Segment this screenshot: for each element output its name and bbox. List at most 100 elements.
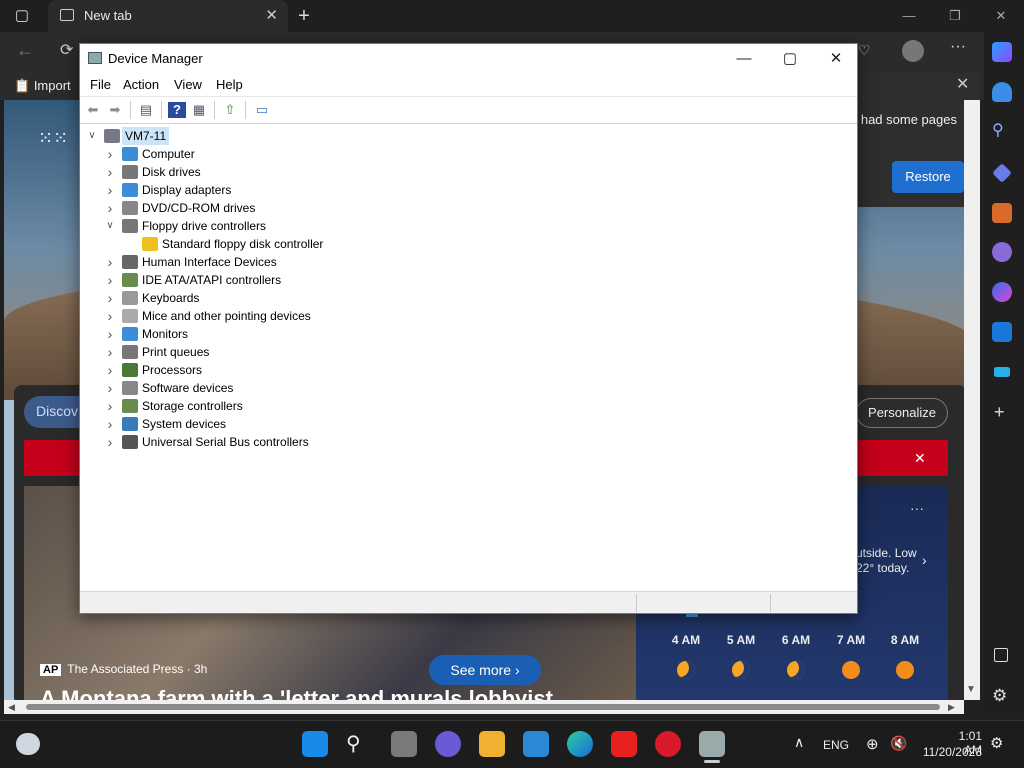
horizontal-scroll-thumb[interactable] (26, 704, 940, 710)
active-app-indicator (704, 760, 720, 763)
tab-actions-icon[interactable]: ▢ (10, 4, 34, 28)
warning-device-icon (142, 237, 158, 251)
minimize-button[interactable]: — (721, 46, 767, 72)
clock-date[interactable]: 11/20/2023 (918, 745, 982, 759)
banner-close-icon[interactable]: ✕ (914, 450, 926, 467)
node-label: Processors (142, 363, 203, 377)
scroll-left-icon[interactable]: ◀ (8, 702, 15, 713)
tab-title: New tab (84, 8, 132, 23)
properties-icon[interactable]: ▦ (190, 102, 208, 118)
chevron-right-icon[interactable]: › (104, 253, 116, 271)
microsoft365-icon[interactable] (992, 282, 1012, 302)
chat-icon[interactable] (435, 731, 461, 757)
search-icon[interactable]: ⚲ (992, 120, 1004, 140)
outlook-icon[interactable] (992, 322, 1012, 342)
chevron-right-icon[interactable]: › (104, 415, 116, 433)
sidebar-settings-icon[interactable]: ⚙ (992, 686, 1007, 706)
maximize-button[interactable]: ▢ (767, 46, 813, 72)
chevron-right-icon[interactable]: › (104, 199, 116, 217)
tab-page-icon (60, 9, 74, 21)
store-icon[interactable] (523, 731, 549, 757)
refresh-icon[interactable]: ⟳ (60, 40, 73, 60)
node-label: Computer (142, 147, 195, 161)
tab-new-tab[interactable]: New tab ✕ (48, 0, 288, 32)
device-manager-taskbar-icon[interactable] (699, 731, 725, 757)
device-manager-titlebar[interactable]: Device Manager — ▢ ✕ (80, 44, 857, 74)
weather-next-icon[interactable]: › (922, 552, 927, 568)
chevron-right-icon[interactable]: › (104, 325, 116, 343)
chevron-right-icon[interactable]: › (104, 379, 116, 397)
profile-avatar[interactable] (902, 40, 924, 62)
network-icon[interactable]: ⊕ (866, 735, 879, 753)
menu-file[interactable]: File (90, 77, 111, 92)
browser-close-button[interactable]: ✕ (986, 6, 1016, 26)
chevron-right-icon[interactable]: › (104, 397, 116, 415)
forward-arrow-icon[interactable]: ➡ (106, 102, 124, 118)
browser-restore-button[interactable]: ❐ (940, 6, 970, 26)
import-favorites-link[interactable]: 📋 Import (14, 78, 71, 94)
new-tab-button[interactable]: + (292, 4, 316, 28)
tab-close-icon[interactable]: ✕ (265, 6, 278, 24)
chevron-right-icon[interactable]: › (104, 271, 116, 289)
drop-icon[interactable] (994, 367, 1010, 377)
help-icon[interactable]: ? (168, 102, 186, 118)
update-driver-icon[interactable]: ⇧ (221, 102, 239, 118)
apps-grid-icon[interactable]: ⁙⁙ (38, 128, 68, 149)
chevron-right-icon[interactable]: › (104, 307, 116, 325)
news-headline[interactable]: A Montana farm with a 'letter and murals… (40, 686, 553, 700)
chevron-right-icon[interactable]: › (104, 145, 116, 163)
moon-icon (787, 661, 805, 679)
games-icon[interactable] (992, 242, 1012, 262)
scroll-right-icon[interactable]: ▶ (948, 702, 955, 713)
health-icon[interactable]: ♡ (858, 42, 871, 59)
more-options-icon[interactable]: ··· (950, 38, 966, 56)
edge-icon[interactable] (567, 731, 593, 757)
task-view-icon[interactable] (391, 731, 417, 757)
chevron-right-icon[interactable]: › (104, 361, 116, 379)
language-indicator[interactable]: ENG (823, 738, 849, 752)
restore-close-icon[interactable]: ✕ (956, 74, 969, 94)
restore-button[interactable]: Restore (892, 161, 964, 193)
chevron-down-icon[interactable]: ∨ (104, 217, 116, 235)
search-icon[interactable]: ⚲ (346, 731, 361, 756)
tools-icon[interactable] (992, 203, 1012, 223)
chevron-right-icon[interactable]: › (104, 433, 116, 451)
copilot-icon[interactable] (992, 42, 1012, 62)
menu-action[interactable]: Action (123, 77, 159, 92)
node-label: Standard floppy disk controller (162, 237, 324, 251)
chevron-right-icon[interactable]: › (104, 343, 116, 361)
device-category-icon (122, 345, 138, 359)
personalize-button[interactable]: Personalize (856, 398, 948, 428)
weather-widget-icon[interactable] (16, 733, 40, 755)
chevron-right-icon[interactable]: › (104, 163, 116, 181)
start-icon[interactable] (302, 731, 328, 757)
opera-icon[interactable] (655, 731, 681, 757)
sidebar-layout-icon[interactable] (994, 648, 1008, 662)
vertical-scrollbar[interactable] (964, 100, 980, 700)
back-icon[interactable]: ← (16, 40, 34, 61)
file-explorer-icon[interactable] (479, 731, 505, 757)
see-more-button[interactable]: See more › (429, 655, 541, 685)
status-separator (636, 594, 637, 612)
scan-hardware-icon[interactable]: ▭ (253, 102, 271, 118)
notification-center-icon[interactable]: ⚙ (990, 734, 1003, 752)
notifications-icon[interactable] (992, 82, 1012, 102)
add-sidebar-app-icon[interactable]: + (994, 402, 1005, 423)
menu-help[interactable]: Help (216, 77, 243, 92)
device-category-icon (122, 435, 138, 449)
menu-view[interactable]: View (174, 77, 202, 92)
youtube-icon[interactable] (611, 731, 637, 757)
volume-muted-icon[interactable]: 🔇 (890, 735, 907, 752)
back-arrow-icon[interactable]: ⬅ (84, 102, 102, 118)
close-button[interactable]: ✕ (813, 46, 859, 72)
weather-more-icon[interactable]: ··· (910, 500, 924, 516)
chevron-right-icon[interactable]: › (104, 181, 116, 199)
chevron-down-icon[interactable]: ∨ (86, 127, 98, 145)
browser-minimize-button[interactable]: — (894, 6, 924, 26)
node-label: Storage controllers (142, 399, 243, 413)
chevron-right-icon[interactable]: › (104, 289, 116, 307)
ap-logo: AP (40, 664, 62, 676)
scroll-down-icon[interactable]: ▼ (966, 684, 976, 695)
tray-overflow-icon[interactable]: ∧ (794, 734, 804, 751)
show-hide-console-tree-icon[interactable]: ▤ (137, 102, 155, 118)
